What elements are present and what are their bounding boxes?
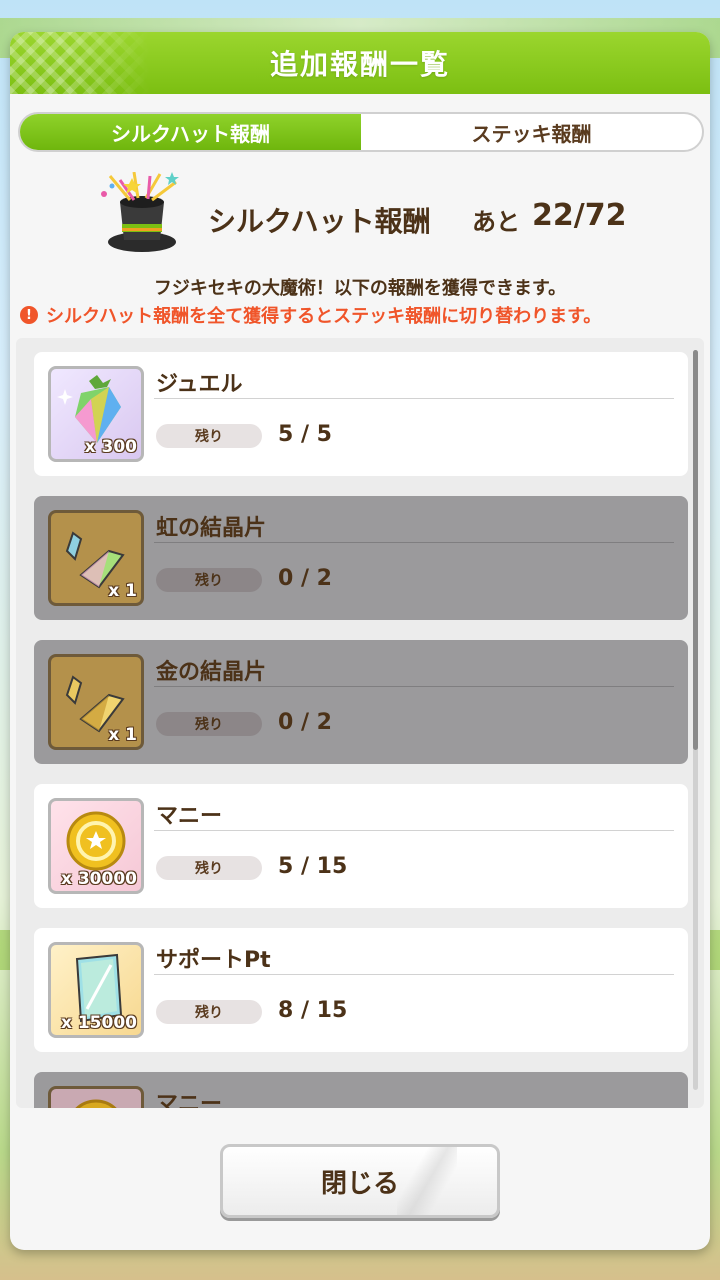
button-shine (397, 1147, 457, 1215)
reward-quantity: x 1 (108, 725, 137, 745)
reward-item: x 30000 マニー 残り 5 / 15 (34, 784, 688, 908)
divider (154, 830, 674, 831)
reward-quantity: x 30000 (60, 869, 137, 889)
reward-summary: シルクハット報酬 あと 22/72 (10, 170, 710, 270)
close-button[interactable]: 閉じる (220, 1144, 500, 1218)
reward-name: ジュエル (156, 372, 243, 397)
remaining-label: 残り (156, 424, 262, 448)
remaining-label: 残り (156, 712, 262, 736)
reward-name: マニー (156, 804, 223, 829)
reward-quantity: x 1 (108, 581, 137, 601)
tab-silk-hat-rewards[interactable]: シルクハット報酬 (20, 114, 361, 150)
silk-hat-icon (101, 172, 179, 252)
header-pattern (10, 32, 150, 94)
remaining-label: 残り (156, 1000, 262, 1024)
reward-quantity: x 15000 (60, 1013, 137, 1033)
tab-stick-rewards[interactable]: ステッキ報酬 (361, 114, 702, 150)
reward-description: フジキセキの大魔術！以下の報酬を獲得できます。 (153, 278, 567, 299)
modal-header: 追加報酬一覧 (10, 32, 710, 94)
gold-crystal-icon: x 1 (48, 654, 144, 750)
remaining-value: 8 / 15 (278, 998, 348, 1023)
reward-name: サポートPt (156, 948, 271, 973)
modal-title: 追加報酬一覧 (269, 48, 450, 81)
divider (154, 974, 674, 975)
warning-icon: ! (20, 306, 38, 324)
remaining-value: 5 / 5 (278, 422, 332, 447)
remaining-label: 残り (156, 856, 262, 880)
divider (154, 398, 674, 399)
reward-warning: ! シルクハット報酬を全て獲得するとステッキ報酬に切り替わります。 (20, 302, 710, 328)
remaining-prefix: あと (472, 208, 520, 236)
reward-name: 金の結晶片 (156, 660, 267, 685)
remaining-value: 0 / 2 (278, 710, 332, 735)
reward-list-modal: 追加報酬一覧 シルクハット報酬 ステッキ報酬 シルクハット報酬 あと 22/72… (10, 32, 710, 1250)
divider (154, 686, 674, 687)
scrollbar-thumb[interactable] (693, 350, 698, 750)
remaining-label: 残り (156, 568, 262, 592)
warning-text: シルクハット報酬を全て獲得するとステッキ報酬に切り替わります。 (46, 306, 602, 327)
summary-title: シルクハット報酬 (208, 205, 431, 238)
reward-quantity: x 300 (84, 437, 137, 457)
rainbow-crystal-icon: x 1 (48, 510, 144, 606)
support-pt-icon: x 15000 (48, 942, 144, 1038)
reward-item: x 300 ジュエル 残り 5 / 5 (34, 352, 688, 476)
money-coin-icon (48, 1086, 144, 1108)
reward-item: x 1 金の結晶片 残り 0 / 2 (34, 640, 688, 764)
jewel-icon: x 300 (48, 366, 144, 462)
reward-item: マニー (34, 1072, 688, 1108)
scrollbar[interactable] (693, 350, 698, 1090)
remaining-value: 0 / 2 (278, 566, 332, 591)
reward-name: マニー (156, 1092, 223, 1108)
reward-name: 虹の結晶片 (156, 516, 267, 541)
close-button-label: 閉じる (320, 1168, 399, 1199)
remaining-count: 22/72 (532, 198, 627, 233)
remaining-value: 5 / 15 (278, 854, 348, 879)
reward-tabs: シルクハット報酬 ステッキ報酬 (18, 112, 704, 152)
money-coin-icon: x 30000 (48, 798, 144, 894)
reward-item: x 15000 サポートPt 残り 8 / 15 (34, 928, 688, 1052)
reward-item: x 1 虹の結晶片 残り 0 / 2 (34, 496, 688, 620)
divider (154, 542, 674, 543)
reward-list[interactable]: x 300 ジュエル 残り 5 / 5 x 1 虹の結晶片 残り 0 / 2 x… (16, 338, 704, 1108)
